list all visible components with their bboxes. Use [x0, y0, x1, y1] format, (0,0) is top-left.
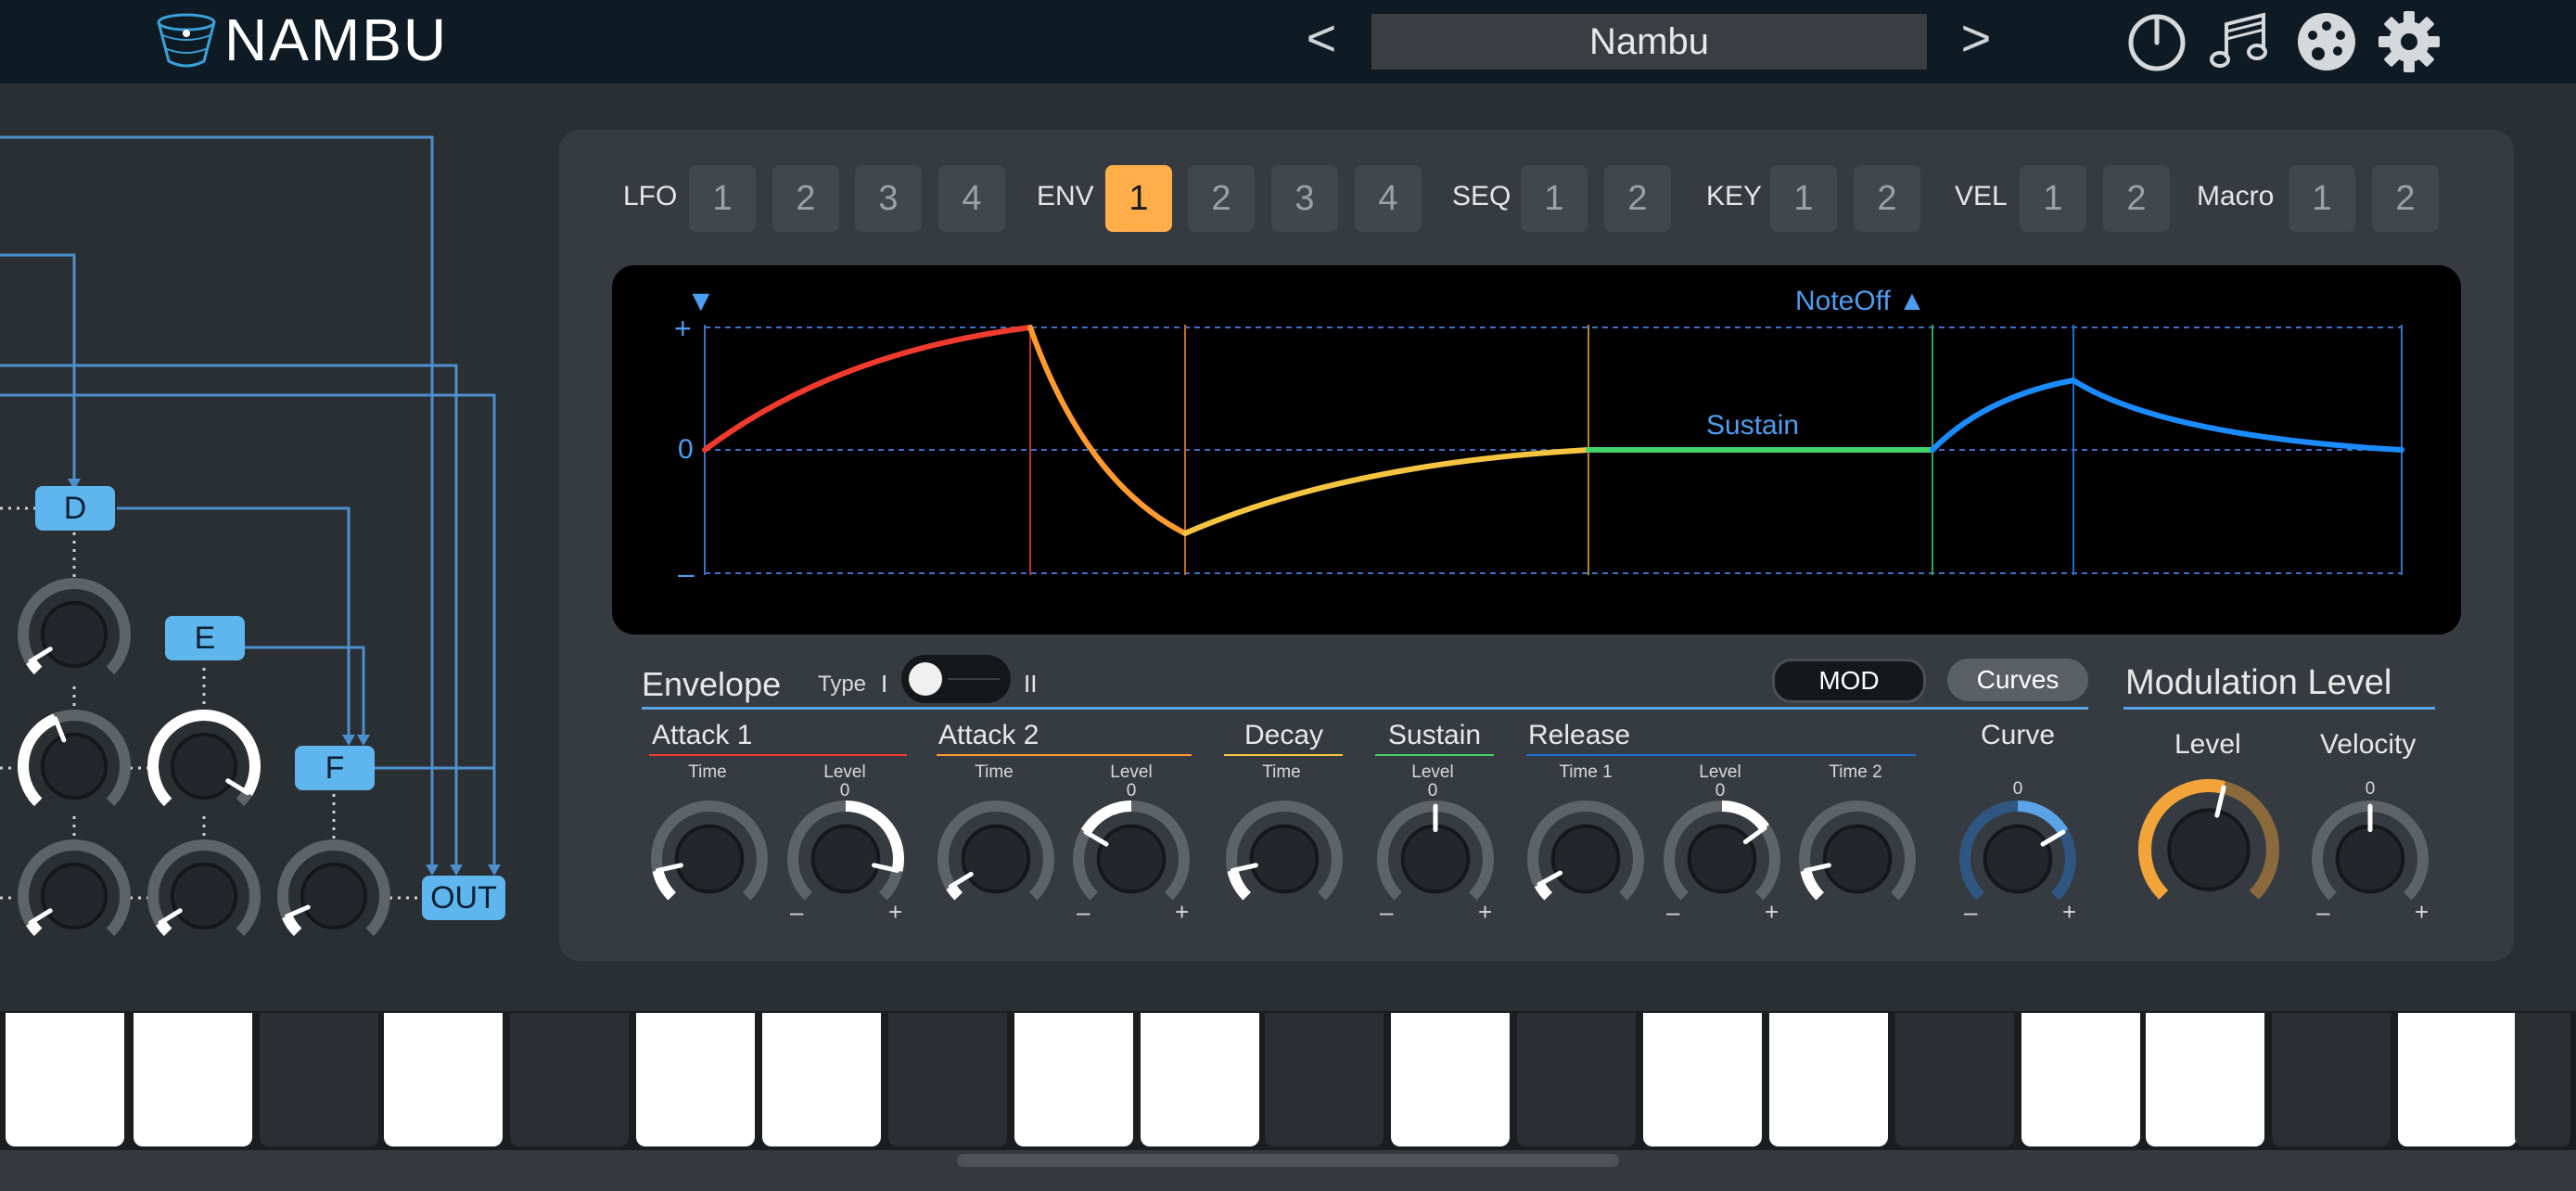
operator-d-level-knob[interactable] — [18, 578, 131, 675]
home-indicator[interactable] — [957, 1154, 1619, 1167]
white-key[interactable] — [2021, 1013, 2140, 1146]
white-key[interactable] — [1141, 1013, 1259, 1146]
white-key[interactable] — [1391, 1013, 1510, 1146]
mod-level-knob[interactable] — [2138, 779, 2279, 900]
decay-time-knob[interactable] — [1226, 800, 1343, 901]
routing-knob-row4-1[interactable] — [18, 839, 131, 937]
white-key[interactable] — [1643, 1013, 1762, 1146]
black-key[interactable] — [510, 1013, 629, 1146]
black-key[interactable] — [260, 1013, 378, 1146]
white-key[interactable] — [2146, 1013, 2264, 1146]
black-key[interactable] — [2515, 1013, 2570, 1146]
operator-e-feedback-knob[interactable] — [147, 710, 261, 807]
white-key[interactable] — [384, 1013, 503, 1146]
white-key[interactable] — [636, 1013, 755, 1146]
white-key[interactable] — [6, 1013, 124, 1146]
white-key[interactable] — [762, 1013, 881, 1146]
white-key[interactable] — [2398, 1013, 2517, 1146]
attack1-level-knob[interactable] — [787, 800, 904, 901]
attack1-time-knob[interactable] — [651, 800, 768, 901]
operator-d-feedback-knob[interactable] — [18, 710, 131, 807]
release-level-knob[interactable] — [1664, 800, 1780, 901]
black-key[interactable] — [1517, 1013, 1636, 1146]
white-key[interactable] — [134, 1013, 252, 1146]
operator-f-feedback-knob[interactable] — [277, 839, 390, 937]
black-key[interactable] — [2272, 1013, 2391, 1146]
release-time2-knob[interactable] — [1799, 800, 1916, 901]
routing-knob-row4-2[interactable] — [147, 839, 261, 937]
curve-knob[interactable] — [1959, 800, 2076, 901]
release-time1-knob[interactable] — [1527, 800, 1644, 901]
attack2-time-knob[interactable] — [937, 800, 1054, 901]
black-key[interactable] — [1895, 1013, 2014, 1146]
sustain-level-knob[interactable] — [1377, 800, 1494, 901]
black-key[interactable] — [1265, 1013, 1384, 1146]
mod-velocity-knob[interactable] — [2312, 800, 2429, 901]
black-key[interactable] — [888, 1013, 1007, 1146]
white-key[interactable] — [1014, 1013, 1133, 1146]
white-key[interactable] — [1769, 1013, 1888, 1146]
attack2-level-knob[interactable] — [1073, 800, 1190, 901]
